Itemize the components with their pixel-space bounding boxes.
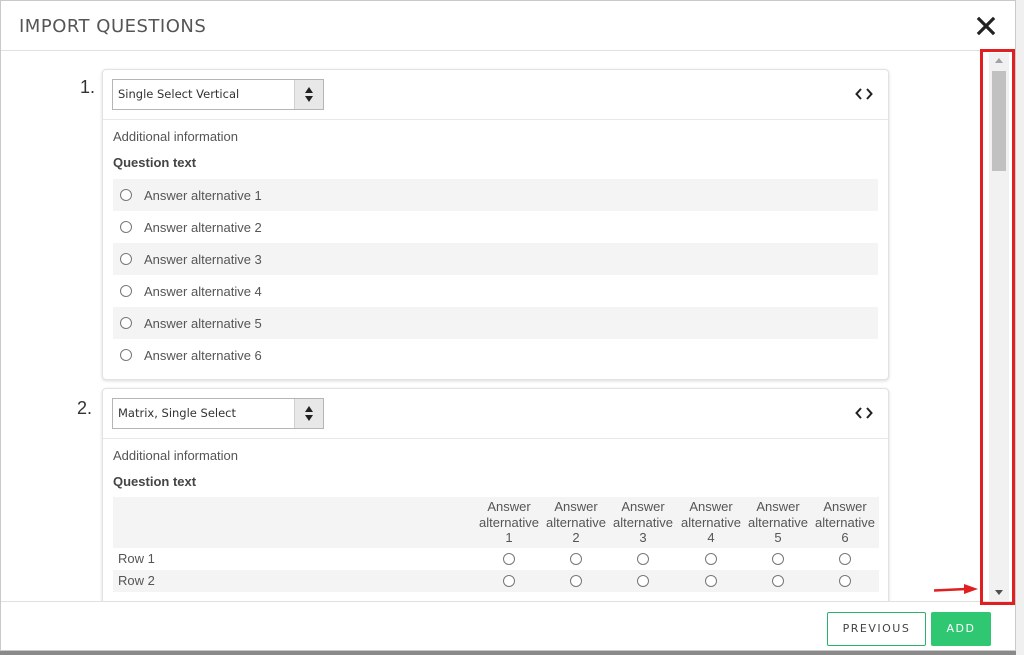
code-icon[interactable]	[855, 86, 873, 102]
matrix-row: Row 1	[113, 548, 879, 570]
select-arrows-icon	[294, 399, 323, 428]
radio-button[interactable]	[120, 221, 132, 233]
radio-button[interactable]	[120, 349, 132, 361]
answer-label: Answer alternative 2	[144, 219, 262, 235]
question-type-value: Matrix, Single Select	[118, 406, 237, 420]
answer-label: Answer alternative 4	[144, 283, 262, 299]
radio-button[interactable]	[570, 575, 582, 587]
modal-footer: PREVIOUS ADD	[1, 601, 1015, 650]
import-questions-modal: IMPORT QUESTIONS 1. Single Select Vertic…	[0, 0, 1016, 651]
radio-button[interactable]	[772, 553, 784, 565]
radio-button[interactable]	[120, 317, 132, 329]
radio-button[interactable]	[120, 285, 132, 297]
matrix-header-row: Answer alternative 1 Answer alternative 2 An…	[113, 497, 879, 548]
matrix-column-header: Answer alternative 3	[613, 499, 673, 545]
modal-body: 1. Single Select Vertical Additional inf…	[1, 52, 1015, 601]
question-type-select[interactable]: Single Select Vertical	[112, 79, 324, 110]
radio-button[interactable]	[503, 553, 515, 565]
radio-button[interactable]	[705, 553, 717, 565]
question-card-content: Additional information Question text Ans…	[103, 448, 888, 592]
answer-option: Answer alternative 2	[113, 211, 878, 243]
question-number: 1.	[80, 77, 96, 97]
radio-button[interactable]	[503, 575, 515, 587]
radio-button[interactable]	[705, 575, 717, 587]
scroll-down-icon[interactable]	[995, 590, 1003, 595]
question-text: Question text	[113, 155, 197, 170]
background-page	[1016, 0, 1024, 655]
matrix-row-label: Row 1	[118, 551, 155, 566]
previous-button[interactable]: PREVIOUS	[827, 612, 926, 646]
radio-button[interactable]	[839, 553, 851, 565]
modal-title: IMPORT QUESTIONS	[19, 16, 207, 37]
answer-list: Answer alternative 1 Answer alternative …	[113, 179, 878, 371]
answer-label: Answer alternative 1	[144, 187, 262, 203]
add-button[interactable]: ADD	[931, 612, 991, 646]
matrix-table: Answer alternative 1 Answer alternative 2 An…	[113, 497, 879, 592]
question-type-value: Single Select Vertical	[118, 87, 240, 101]
scrollbar-thumb[interactable]	[992, 71, 1006, 171]
matrix-column-header: Answer alternative 2	[546, 499, 606, 545]
question-card: Matrix, Single Select Additional informa…	[102, 388, 889, 601]
select-arrows-icon	[294, 80, 323, 109]
scroll-up-icon[interactable]	[995, 58, 1003, 63]
radio-button[interactable]	[120, 253, 132, 265]
additional-information: Additional information	[113, 448, 239, 463]
matrix-column-header: Answer alternative 6	[815, 499, 875, 545]
question-card-content: Additional information Question text Ans…	[103, 129, 888, 371]
code-icon[interactable]	[855, 405, 873, 421]
question-type-select[interactable]: Matrix, Single Select	[112, 398, 324, 429]
additional-information: Additional information	[113, 129, 239, 144]
matrix-row-label: Row 2	[118, 573, 155, 588]
modal-header: IMPORT QUESTIONS	[1, 1, 1015, 51]
radio-button[interactable]	[637, 553, 649, 565]
question-text: Question text	[113, 474, 197, 489]
question-card: Single Select Vertical Additional inform…	[102, 69, 889, 380]
question-card-header: Matrix, Single Select	[103, 389, 888, 439]
answer-option: Answer alternative 4	[113, 275, 878, 307]
radio-button[interactable]	[570, 553, 582, 565]
radio-button[interactable]	[120, 189, 132, 201]
answer-label: Answer alternative 6	[144, 347, 262, 363]
radio-button[interactable]	[637, 575, 649, 587]
answer-option: Answer alternative 6	[113, 339, 878, 371]
answer-option: Answer alternative 3	[113, 243, 878, 275]
radio-button[interactable]	[772, 575, 784, 587]
answer-label: Answer alternative 5	[144, 315, 262, 331]
matrix-row: Row 2	[113, 570, 879, 592]
radio-button[interactable]	[839, 575, 851, 587]
answer-label: Answer alternative 3	[144, 251, 262, 267]
answer-option: Answer alternative 1	[113, 179, 878, 211]
vertical-scrollbar[interactable]	[989, 53, 1009, 601]
matrix-column-header: Answer alternative 5	[748, 499, 808, 545]
question-card-header: Single Select Vertical	[103, 70, 888, 120]
matrix-column-header: Answer alternative 4	[681, 499, 741, 545]
question-number: 2.	[77, 398, 93, 418]
close-icon[interactable]	[973, 13, 999, 39]
matrix-column-header: Answer alternative 1	[479, 499, 539, 545]
answer-option: Answer alternative 5	[113, 307, 878, 339]
